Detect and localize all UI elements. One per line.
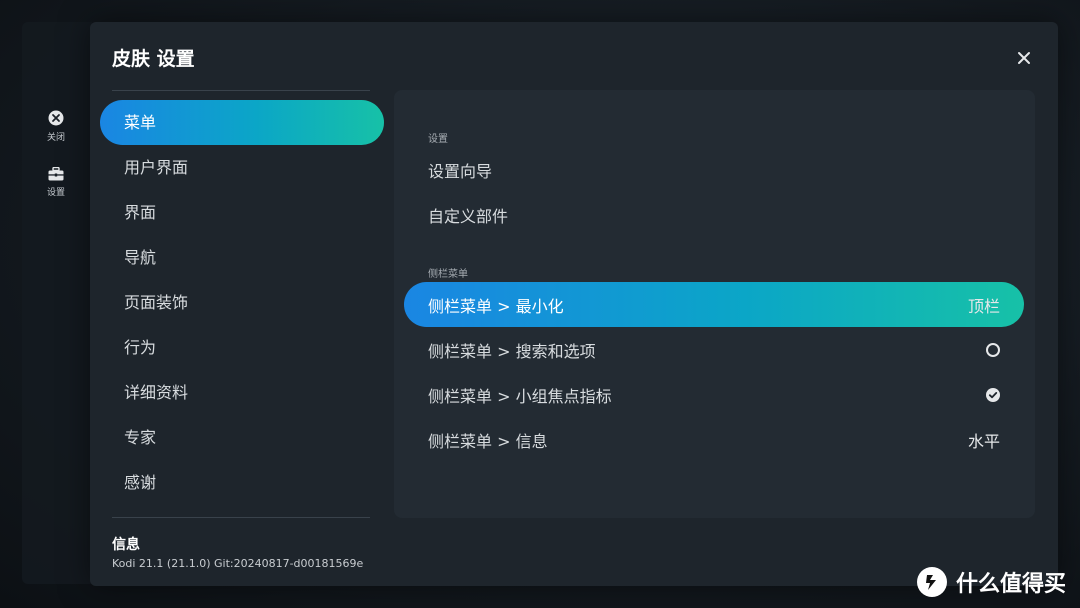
- info-block: 信息 Kodi 21.1 (21.1.0) Git:20240817-d0018…: [112, 534, 363, 570]
- close-circle-icon: [48, 110, 64, 126]
- setting-label: 侧栏菜单 > 搜索和选项: [428, 341, 596, 361]
- category-list: 菜单 用户界面 界面 导航 页面装饰 行为 详细资料 专家 感谢: [100, 100, 384, 505]
- radio-unchecked-icon[interactable]: [986, 342, 1000, 357]
- settings-panel: 设置 设置向导 自定义部件 侧栏菜单 侧栏菜单 > 最小化 顶栏 侧栏菜单 > …: [394, 90, 1035, 518]
- category-item-interface[interactable]: 界面: [100, 190, 384, 235]
- setting-row-sidebar-focus-indicator[interactable]: 侧栏菜单 > 小组焦点指标: [404, 372, 1024, 417]
- close-icon[interactable]: [1012, 46, 1036, 70]
- mini-sidebar-label: 设置: [46, 188, 65, 198]
- setting-label: 设置向导: [428, 161, 493, 181]
- category-item-navigation[interactable]: 导航: [100, 235, 384, 280]
- dialog-title: 皮肤 设置: [112, 48, 195, 70]
- setting-value: 顶栏: [967, 296, 1000, 316]
- setting-label: 侧栏菜单 > 最小化: [428, 296, 564, 316]
- checkmark-icon[interactable]: [986, 387, 1000, 402]
- mini-sidebar-item-close[interactable]: 关闭: [22, 110, 90, 143]
- mini-sidebar-label: 关闭: [46, 133, 65, 143]
- setting-label: 侧栏菜单 > 信息: [428, 431, 548, 451]
- setting-row-custom-widgets[interactable]: 自定义部件: [404, 192, 1024, 237]
- skin-settings-dialog: 皮肤 设置 菜单 用户界面 界面 导航 页面装饰 行为 详细资料 专家 感谢 信…: [90, 22, 1058, 586]
- category-item-page-decoration[interactable]: 页面装饰: [100, 280, 384, 325]
- category-item-menu[interactable]: 菜单: [100, 100, 384, 145]
- setting-label: 自定义部件: [428, 206, 509, 226]
- setting-row-sidebar-minimize[interactable]: 侧栏菜单 > 最小化 顶栏: [404, 282, 1024, 327]
- setting-row-setup-wizard[interactable]: 设置向导: [404, 147, 1024, 192]
- divider: [112, 517, 370, 518]
- setting-value: 水平: [967, 431, 1000, 451]
- version-text: Kodi 21.1 (21.1.0) Git:20240817-d0018156…: [112, 557, 364, 570]
- section-label-settings: 设置: [428, 134, 448, 145]
- category-item-credits[interactable]: 感谢: [100, 460, 384, 505]
- setting-label: 侧栏菜单 > 小组焦点指标: [428, 386, 612, 406]
- smzdm-logo-icon: [916, 567, 947, 597]
- divider: [112, 90, 370, 91]
- info-title: 信息: [112, 537, 140, 553]
- setting-row-sidebar-search-options[interactable]: 侧栏菜单 > 搜索和选项: [404, 327, 1024, 372]
- mini-sidebar-item-settings[interactable]: 设置: [22, 167, 90, 198]
- toolbox-icon: [48, 167, 64, 181]
- mini-sidebar: 关闭 设置: [22, 22, 92, 584]
- watermark: 什么值得买: [916, 566, 1066, 598]
- category-item-details[interactable]: 详细资料: [100, 370, 384, 415]
- category-item-behavior[interactable]: 行为: [100, 325, 384, 370]
- section-label-sidebar-menu: 侧栏菜单: [428, 269, 468, 280]
- watermark-text: 什么值得买: [955, 572, 1066, 597]
- setting-row-sidebar-info[interactable]: 侧栏菜单 > 信息 水平: [404, 417, 1024, 462]
- category-item-expert[interactable]: 专家: [100, 415, 384, 460]
- category-item-user-interface[interactable]: 用户界面: [100, 145, 384, 190]
